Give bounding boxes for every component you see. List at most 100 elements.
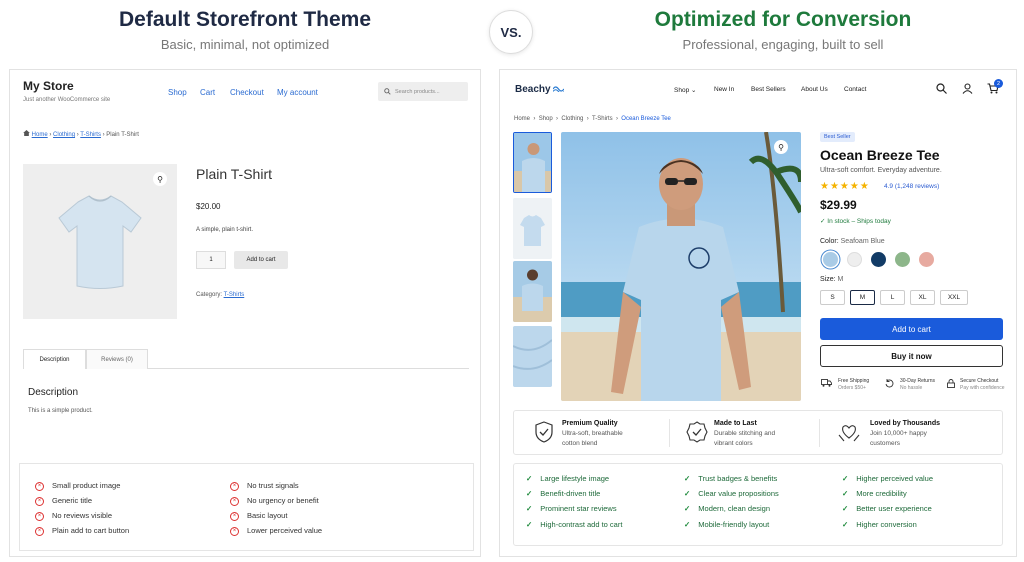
search-icon bbox=[384, 88, 391, 95]
breadcrumb-tshirts[interactable]: T-Shirts bbox=[80, 132, 101, 138]
thumbnail-1[interactable] bbox=[513, 132, 552, 193]
check-icon: ✓ bbox=[842, 504, 849, 513]
breadcrumb-home[interactable]: Home bbox=[32, 132, 48, 138]
size-xxl[interactable]: XXL bbox=[940, 290, 968, 305]
breadcrumb-current: Ocean Breeze Tee bbox=[621, 116, 671, 122]
left-header: Default Storefront Theme Basic, minimal,… bbox=[10, 8, 480, 52]
badge-check-icon bbox=[686, 421, 708, 443]
list-item: × Generic title bbox=[35, 496, 92, 506]
add-to-cart-button[interactable]: Add to cart bbox=[234, 251, 288, 269]
tshirt-image bbox=[58, 195, 142, 289]
swatch-green[interactable] bbox=[895, 252, 910, 267]
list-item: ✓ Trust badges & benefits bbox=[684, 474, 778, 483]
breadcrumb-home[interactable]: Home bbox=[514, 116, 530, 122]
product-price: $29.99 bbox=[820, 198, 857, 212]
list-item: ✓ Mobile-friendly layout bbox=[684, 520, 770, 529]
list-item: × Basic layout bbox=[230, 511, 287, 521]
x-circle-icon: × bbox=[230, 496, 239, 506]
nav-checkout[interactable]: Checkout bbox=[230, 88, 264, 97]
swatch-navy[interactable] bbox=[871, 252, 886, 267]
size-label: Size: M bbox=[820, 276, 844, 283]
x-circle-icon: × bbox=[230, 481, 239, 491]
description-heading: Description bbox=[28, 387, 79, 398]
feature-item-1: Premium Quality Ultra-soft, breathable cot… bbox=[562, 420, 623, 447]
list-item: ✓ Better user experience bbox=[842, 504, 932, 513]
search-input[interactable]: Search products... bbox=[378, 82, 468, 101]
thumbnail-3[interactable] bbox=[513, 261, 552, 322]
tab-reviews[interactable]: Reviews (0) bbox=[86, 349, 148, 369]
feature-strip: Premium Quality Ultra-soft, breathable cot… bbox=[513, 410, 1003, 455]
store-brand[interactable]: Beachy bbox=[515, 84, 565, 95]
shield-check-icon bbox=[535, 421, 553, 443]
truck-icon bbox=[821, 379, 832, 387]
nav-my-account[interactable]: My account bbox=[277, 88, 318, 97]
nav-shop[interactable]: Shop ⌄ bbox=[674, 86, 696, 94]
check-icon: ✓ bbox=[842, 520, 849, 529]
nav-shop[interactable]: Shop bbox=[168, 88, 187, 97]
product-tabs: Description Reviews (0) bbox=[23, 349, 469, 369]
divider bbox=[819, 419, 820, 447]
nav-contact[interactable]: Contact bbox=[844, 86, 866, 93]
buy-now-button[interactable]: Buy it now bbox=[820, 345, 1003, 367]
breadcrumb-tshirts[interactable]: T-Shirts bbox=[592, 116, 613, 122]
vs-badge: VS. bbox=[489, 10, 533, 54]
check-icon: ✓ bbox=[842, 474, 849, 483]
nav-best-sellers[interactable]: Best Sellers bbox=[751, 86, 786, 93]
lock-icon bbox=[947, 379, 955, 388]
swatch-white[interactable] bbox=[847, 252, 862, 267]
add-to-cart-button[interactable]: Add to cart bbox=[820, 318, 1003, 340]
rating-link[interactable]: 4.9 (1,248 reviews) bbox=[884, 183, 939, 190]
tab-description[interactable]: Description bbox=[23, 349, 86, 369]
check-icon: ✓ bbox=[526, 489, 533, 498]
product-image[interactable]: ⚲ bbox=[23, 164, 177, 319]
swatch-pink[interactable] bbox=[919, 252, 934, 267]
breadcrumb-clothing[interactable]: Clothing bbox=[53, 132, 75, 138]
thumbnail-2[interactable] bbox=[513, 198, 552, 259]
lifestyle-photo bbox=[561, 132, 801, 401]
list-item: ✓ Prominent star reviews bbox=[526, 504, 617, 513]
size-l[interactable]: L bbox=[880, 290, 905, 305]
thumbnail-4[interactable] bbox=[513, 326, 552, 387]
nav-about-us[interactable]: About Us bbox=[801, 86, 828, 93]
size-m[interactable]: M bbox=[850, 290, 875, 305]
breadcrumb-shop[interactable]: Shop bbox=[539, 116, 553, 122]
check-icon: ✓ bbox=[526, 474, 533, 483]
breadcrumb-clothing[interactable]: Clothing bbox=[561, 116, 583, 122]
list-item: × No trust signals bbox=[230, 481, 299, 491]
description-text: This is a simple product. bbox=[28, 408, 93, 414]
list-item: × Small product image bbox=[35, 481, 120, 491]
divider bbox=[669, 419, 670, 447]
size-s[interactable]: S bbox=[820, 290, 845, 305]
nav-new-in[interactable]: New In bbox=[714, 86, 734, 93]
breadcrumb: Home › Clothing › T-Shirts › Plain T-Shi… bbox=[23, 130, 139, 138]
stock-status: ✓ In stock – Ships today bbox=[820, 218, 891, 225]
list-item: × No urgency or benefit bbox=[230, 496, 319, 506]
return-icon bbox=[885, 379, 894, 388]
search-icon[interactable] bbox=[936, 83, 947, 94]
size-xl[interactable]: XL bbox=[910, 290, 935, 305]
category-link[interactable]: T-Shirts bbox=[224, 292, 245, 298]
list-item: × Lower perceived value bbox=[230, 526, 322, 536]
x-circle-icon: × bbox=[230, 526, 239, 536]
negatives-list: × Small product image × Generic title × No … bbox=[19, 463, 474, 551]
optimized-store-panel: Beachy Shop ⌄ New In Best Sellers About … bbox=[499, 69, 1017, 557]
star-rating: ★★★★★ bbox=[820, 181, 870, 192]
list-item: ✓ Large lifestyle image bbox=[526, 474, 610, 483]
product-category: Category: T-Shirts bbox=[196, 292, 245, 298]
user-icon[interactable] bbox=[962, 83, 973, 94]
search-placeholder: Search products... bbox=[395, 88, 440, 95]
feature-item-3: Loved by Thousands Join 10,000+ happy cust… bbox=[870, 420, 941, 447]
x-circle-icon: × bbox=[35, 511, 44, 521]
product-title: Plain T-Shirt bbox=[196, 166, 272, 182]
zoom-icon[interactable]: ⚲ bbox=[774, 140, 788, 154]
best-seller-badge: Best Seller bbox=[820, 132, 855, 142]
store-brand[interactable]: My Store bbox=[23, 79, 74, 93]
quantity-input[interactable]: 1 bbox=[196, 251, 226, 269]
nav-cart[interactable]: Cart bbox=[200, 88, 215, 97]
product-main-image[interactable]: ⚲ bbox=[561, 132, 801, 401]
feature-item-2: Made to Last Durable stitching and vibrant… bbox=[714, 420, 776, 447]
list-item: ✓ Higher conversion bbox=[842, 520, 917, 529]
check-icon: ✓ bbox=[526, 504, 533, 513]
zoom-icon[interactable]: ⚲ bbox=[153, 172, 167, 186]
swatch-seafoam-blue[interactable] bbox=[823, 252, 838, 267]
